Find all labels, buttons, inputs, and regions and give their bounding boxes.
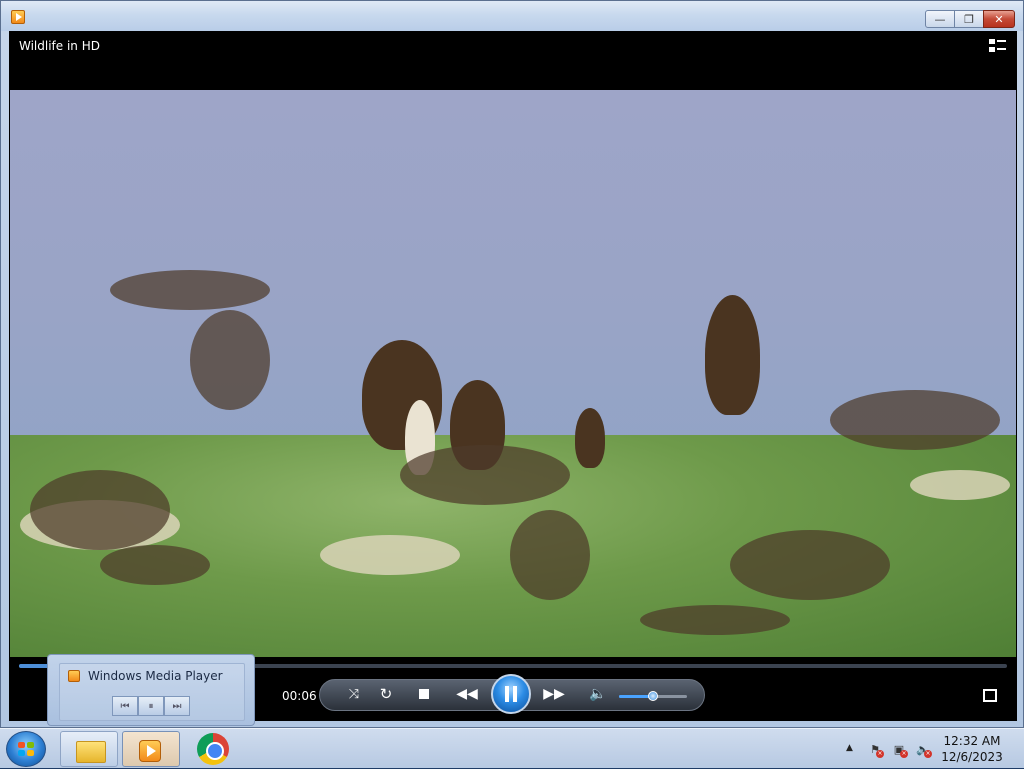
stop-icon[interactable]	[419, 689, 429, 699]
repeat-icon[interactable]: ↻	[377, 685, 395, 703]
folder-icon	[76, 741, 106, 763]
start-button[interactable]	[6, 731, 46, 767]
video-sand	[320, 535, 460, 575]
action-center-icon[interactable]: ⚑ ×	[868, 742, 884, 758]
clock-time: 12:32 AM	[943, 734, 1001, 748]
taskbar: ▲ ⚑ × ▣ × 🔈 × 12:32 AM 12/6/2023	[0, 728, 1024, 768]
volume-tray-icon[interactable]: 🔈 ×	[916, 742, 932, 758]
minimize-button[interactable]: —	[925, 10, 955, 28]
thumbnail-next-button[interactable]: ⏭	[164, 696, 190, 716]
video-bird	[640, 605, 790, 635]
shuffle-icon[interactable]: ⤨	[345, 685, 363, 703]
taskbar-thumbnail-preview[interactable]: Windows Media Player ⏮ ⏸ ⏭	[47, 654, 255, 726]
show-hidden-icons-icon[interactable]: ▲	[846, 743, 853, 753]
title-bar[interactable]: — ❐ ✕	[1, 1, 1023, 31]
speaker-icon[interactable]: 🔈	[589, 685, 607, 703]
video-bird	[575, 408, 605, 468]
next-icon[interactable]: ▶▶	[541, 685, 567, 703]
current-time: 00:06	[282, 689, 317, 703]
video-bird	[830, 390, 1000, 450]
video-bird	[100, 545, 210, 585]
media-player-app-icon[interactable]	[11, 10, 25, 24]
clock-date: 12/6/2023	[941, 750, 1003, 764]
video-bird	[510, 510, 590, 600]
video-bird	[730, 530, 890, 600]
media-player-small-icon	[68, 670, 80, 682]
media-player-icon	[139, 740, 161, 762]
video-bird	[30, 470, 170, 550]
windows-flag-icon	[18, 742, 35, 757]
thumbnail-pause-button[interactable]: ⏸	[138, 696, 164, 716]
taskbar-item-file-explorer[interactable]	[60, 731, 118, 767]
video-bird	[190, 310, 270, 410]
switch-to-library-icon[interactable]	[989, 39, 1007, 53]
network-icon[interactable]: ▣ ×	[892, 742, 908, 758]
video-frame[interactable]	[10, 90, 1016, 657]
video-bird	[400, 445, 570, 505]
seek-bar-progress	[19, 664, 49, 668]
video-bird	[705, 295, 760, 415]
video-bird	[110, 270, 270, 310]
close-button[interactable]: ✕	[983, 10, 1015, 28]
previous-icon[interactable]: ◀◀	[454, 685, 480, 703]
thumbnail-toolbar: ⏮ ⏸ ⏭	[112, 696, 190, 716]
chrome-icon[interactable]	[197, 733, 229, 765]
maximize-button[interactable]: ❐	[954, 10, 984, 28]
player-area: Wildlife in HD 00:06 ⤨ ↻ ◀◀ ▶▶ 🔈	[9, 31, 1017, 721]
pause-icon	[505, 686, 517, 702]
media-title: Wildlife in HD	[19, 39, 100, 53]
window-controls: — ❐ ✕	[925, 10, 1015, 28]
volume-slider[interactable]	[619, 691, 687, 701]
thumbnail-previous-button[interactable]: ⏮	[112, 696, 138, 716]
thumbnail-frame: Windows Media Player ⏮ ⏸ ⏭	[59, 663, 245, 721]
thumbnail-title: Windows Media Player	[88, 669, 223, 683]
volume-knob[interactable]	[648, 691, 658, 701]
taskbar-item-media-player[interactable]	[122, 731, 180, 767]
fullscreen-icon[interactable]	[983, 689, 997, 702]
clock[interactable]: 12:32 AM 12/6/2023	[940, 733, 1004, 765]
video-sand	[910, 470, 1010, 500]
system-tray: ▲ ⚑ × ▣ × 🔈 × 12:32 AM 12/6/2023	[840, 729, 1024, 769]
play-pause-button[interactable]	[491, 674, 531, 714]
media-player-window: — ❐ ✕ Wildlife in HD 00:06 ⤨ ↻ ◀◀ ▶▶ 🔈	[0, 0, 1024, 728]
